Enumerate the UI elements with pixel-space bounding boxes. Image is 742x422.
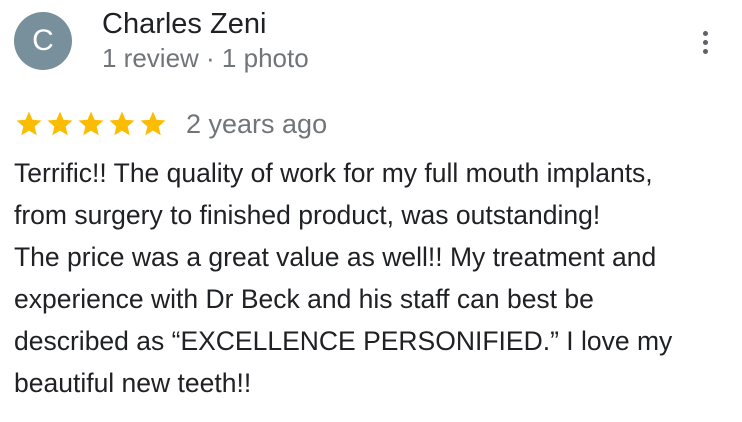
more-vert-icon: [702, 30, 708, 36]
review-card: C Charles Zeni 1 review · 1 photo 2 year…: [0, 0, 742, 422]
avatar[interactable]: C: [14, 12, 72, 70]
more-vert-icon-dot: [702, 48, 708, 54]
reviewer-meta: 1 review · 1 photo: [102, 43, 309, 73]
rating-row: 2 years ago: [14, 106, 327, 142]
avatar-letter: C: [32, 24, 54, 57]
star-icon: [109, 111, 135, 136]
reviewer-name[interactable]: Charles Zeni: [102, 6, 266, 42]
star-icon: [140, 111, 166, 136]
star-icon: [47, 111, 73, 136]
star-rating: [14, 109, 168, 139]
more-options-button[interactable]: [690, 24, 720, 60]
star-icon: [78, 111, 104, 136]
more-vert-icon-dot: [702, 39, 708, 45]
star-icon: [16, 111, 42, 136]
review-date: 2 years ago: [186, 108, 328, 139]
review-text: Terrific!! The quality of work for my fu…: [14, 158, 673, 398]
